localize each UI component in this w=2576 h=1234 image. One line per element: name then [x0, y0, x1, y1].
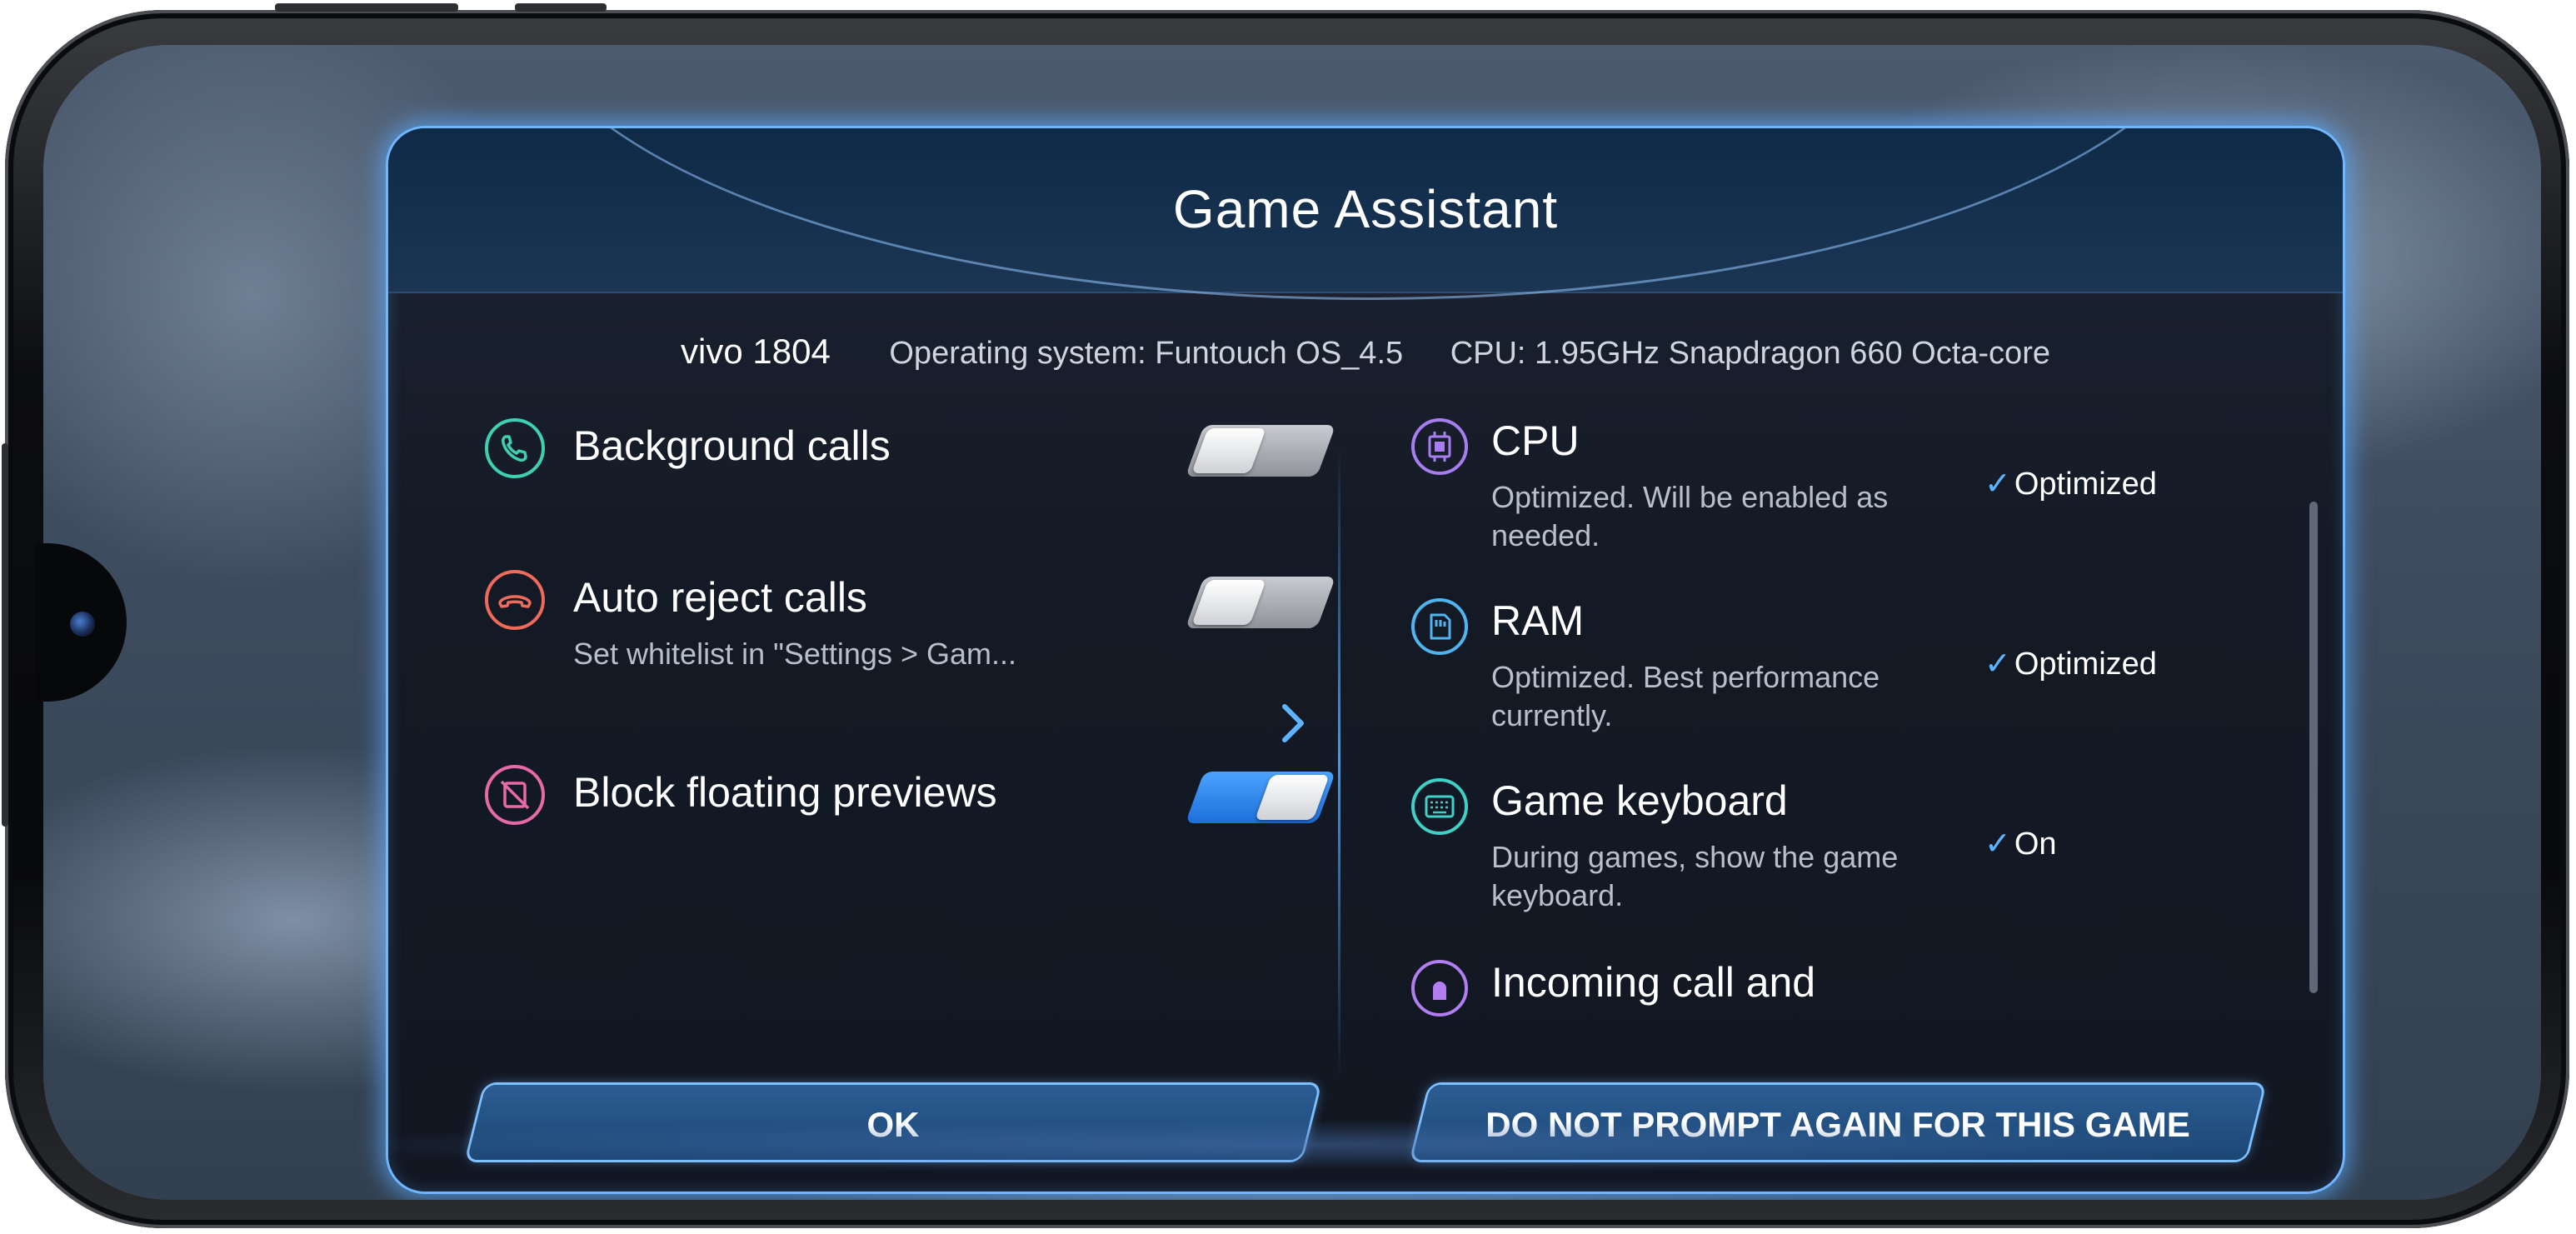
dialog-header: Game Assistant	[388, 128, 2343, 300]
bell-icon	[1411, 960, 1468, 1017]
optimization-description: Optimized. Will be enabled as needed.	[1491, 480, 1889, 552]
phone-frame: Game Assistant vivo 1804 Operating syste…	[2, 3, 2569, 1228]
column-divider	[1338, 445, 1340, 1078]
optimization-title: RAM	[1491, 597, 1585, 644]
cpu-icon	[1411, 418, 1468, 475]
block-floating-previews-toggle[interactable]	[1185, 772, 1336, 823]
camera-icon	[70, 612, 95, 637]
optimization-title: CPU	[1491, 418, 1580, 464]
volume-button	[275, 3, 458, 12]
keyboard-icon	[1411, 778, 1468, 835]
phone-hangup-icon	[485, 570, 545, 630]
optimization-list[interactable]: CPU Optimized. Will be enabled as needed…	[1411, 418, 2244, 1102]
scrollbar[interactable]	[2309, 502, 2318, 993]
background-calls-toggle[interactable]	[1185, 425, 1336, 477]
game-screen: Game Assistant vivo 1804 Operating syste…	[43, 45, 2541, 1200]
optimization-title: Game keyboard	[1491, 777, 1788, 824]
device-model: vivo 1804	[681, 332, 831, 371]
feature-subtitle: Set whitelist in "Settings > Gam...	[573, 637, 1017, 671]
optimization-description: Optimized. Best performance currently.	[1491, 660, 1880, 732]
device-info: vivo 1804 Operating system: Funtouch OS_…	[388, 332, 2343, 372]
optimization-status: ✓ Optimized	[1984, 467, 2157, 502]
feature-label: Block floating previews	[573, 769, 997, 816]
background-glow	[293, 1120, 2293, 1170]
check-icon: ✓	[1984, 467, 2011, 502]
power-button	[515, 3, 607, 12]
check-icon: ✓	[1984, 827, 2011, 862]
optimization-description: During games, show the game keyboard.	[1491, 840, 1899, 912]
check-icon: ✓	[1984, 647, 2011, 682]
optimization-status: ✓ On	[1984, 827, 2057, 862]
feature-label: Auto reject calls	[573, 574, 867, 621]
side-button	[2, 443, 8, 827]
device-os: Operating system: Funtouch OS_4.5	[889, 336, 1404, 371]
block-preview-icon	[485, 765, 545, 825]
chevron-right-icon[interactable]	[1276, 698, 1310, 748]
ram-icon	[1411, 598, 1468, 655]
device-cpu: CPU: 1.95GHz Snapdragon 660 Octa-core	[1450, 336, 2050, 371]
feature-label: Background calls	[573, 422, 891, 469]
optimization-status: ✓ Optimized	[1984, 647, 2157, 682]
phone-icon	[485, 418, 545, 478]
game-assistant-dialog: Game Assistant vivo 1804 Operating syste…	[388, 128, 2343, 1192]
auto-reject-calls-toggle[interactable]	[1185, 577, 1336, 628]
optimization-title: Incoming call and	[1491, 959, 1816, 1006]
dialog-title: Game Assistant	[1172, 179, 1559, 239]
